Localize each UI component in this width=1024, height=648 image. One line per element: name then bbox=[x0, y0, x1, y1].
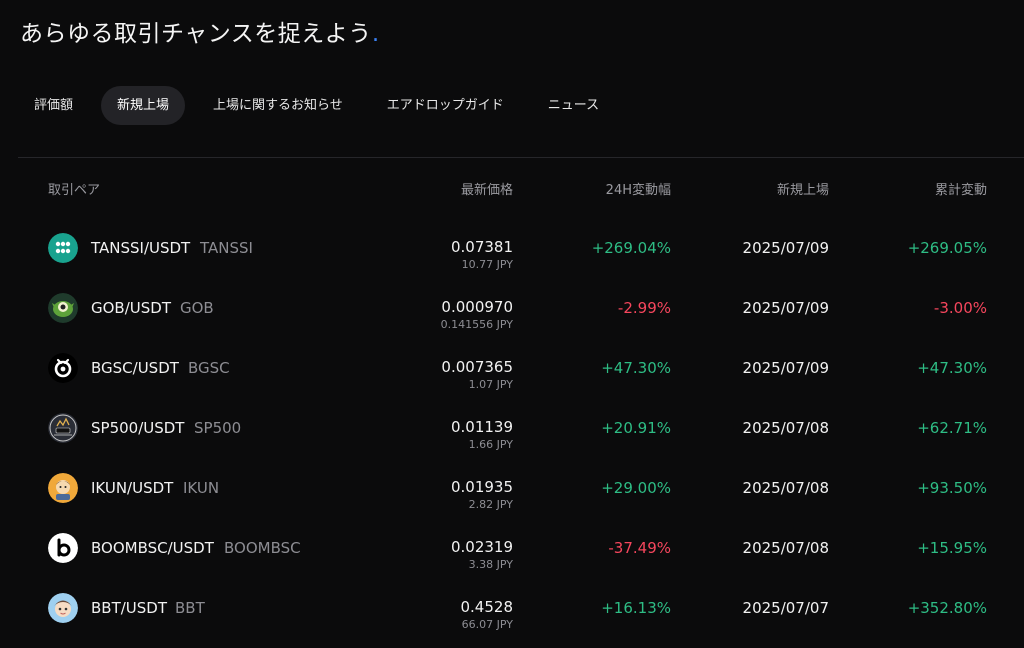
header-cumulative-change[interactable]: 累計変動 bbox=[935, 179, 987, 198]
table-row[interactable]: GOB/USDT GOB 0.000970 0.141556 JPY -2.99… bbox=[0, 278, 1024, 338]
last-price: 0.02319 bbox=[450, 538, 513, 556]
change-24h: -37.49% bbox=[608, 539, 671, 557]
bbt-icon bbox=[48, 593, 78, 623]
headline-dot: . bbox=[371, 21, 380, 47]
cumulative-change: +352.80% bbox=[907, 599, 987, 617]
pair-base: BBT bbox=[175, 599, 205, 617]
table-row[interactable]: BBT/USDT BBT 0.4528 66.07 JPY +16.13% 20… bbox=[0, 578, 1024, 638]
last-price: 0.01935 bbox=[450, 478, 513, 496]
header-listed-date[interactable]: 新規上場 bbox=[777, 179, 829, 198]
cumulative-change: +269.05% bbox=[907, 239, 987, 257]
page-headline: あらゆる取引チャンスを捉えよう. bbox=[20, 14, 380, 48]
table-row[interactable]: SP500/USDT SP500 0.01139 1.66 JPY +20.91… bbox=[0, 398, 1024, 458]
listed-date: 2025/07/09 bbox=[742, 239, 829, 257]
last-price: 0.000970 bbox=[441, 298, 513, 316]
tanssi-icon bbox=[48, 233, 78, 263]
ikun-icon bbox=[48, 473, 78, 503]
listed-date: 2025/07/07 bbox=[742, 599, 829, 617]
tab-airdrop-guide[interactable]: エアドロップガイド bbox=[371, 86, 520, 125]
pair-name: BOOMBSC/USDT bbox=[91, 539, 214, 557]
pair-base: BOOMBSC bbox=[224, 539, 301, 557]
table-row[interactable]: BOOMBSC/USDT BOOMBSC 0.02319 3.38 JPY -3… bbox=[0, 518, 1024, 578]
last-price-jpy: 66.07 JPY bbox=[461, 618, 513, 631]
listed-date: 2025/07/09 bbox=[742, 299, 829, 317]
change-24h: +47.30% bbox=[601, 359, 671, 377]
change-24h: +29.00% bbox=[601, 479, 671, 497]
table-row[interactable]: TANSSI/USDT TANSSI 0.07381 10.77 JPY +26… bbox=[0, 218, 1024, 278]
pair-base: IKUN bbox=[183, 479, 220, 497]
table-row[interactable]: IKUN/USDT IKUN 0.01935 2.82 JPY +29.00% … bbox=[0, 458, 1024, 518]
pair-name: IKUN/USDT bbox=[91, 479, 174, 497]
tab-listing-announcements[interactable]: 上場に関するお知らせ bbox=[197, 86, 359, 125]
pair-name: SP500/USDT bbox=[91, 419, 185, 437]
last-price: 0.007365 bbox=[441, 358, 513, 376]
listed-date: 2025/07/08 bbox=[742, 419, 829, 437]
cumulative-change: +47.30% bbox=[917, 359, 987, 377]
change-24h: +20.91% bbox=[601, 419, 671, 437]
pair-base: SP500 bbox=[194, 419, 242, 437]
table-row[interactable]: BGSC/USDT BGSC 0.007365 1.07 JPY +47.30%… bbox=[0, 338, 1024, 398]
cumulative-change: +15.95% bbox=[917, 539, 987, 557]
listed-date: 2025/07/09 bbox=[742, 359, 829, 377]
pair-name: BGSC/USDT bbox=[91, 359, 179, 377]
cumulative-change: +93.50% bbox=[917, 479, 987, 497]
change-24h: -2.99% bbox=[617, 299, 671, 317]
gob-icon bbox=[48, 293, 78, 323]
header-pair[interactable]: 取引ペア bbox=[48, 179, 100, 198]
last-price: 0.01139 bbox=[450, 418, 513, 436]
headline-text: あらゆる取引チャンスを捉えよう bbox=[20, 21, 372, 47]
listed-date: 2025/07/08 bbox=[742, 479, 829, 497]
tab-news[interactable]: ニュース bbox=[532, 86, 615, 125]
last-price-jpy: 1.07 JPY bbox=[468, 378, 513, 391]
listings-table: 取引ペア 最新価格 24H変動幅 新規上場 累計変動 TANSSI/USDT T… bbox=[0, 158, 1024, 638]
last-price: 0.07381 bbox=[450, 238, 513, 256]
pair-base: TANSSI bbox=[200, 239, 253, 257]
cumulative-change: -3.00% bbox=[933, 299, 987, 317]
pair-base: GOB bbox=[180, 299, 214, 317]
pair-name: TANSSI/USDT bbox=[91, 239, 191, 257]
last-price-jpy: 1.66 JPY bbox=[468, 438, 513, 451]
last-price-jpy: 2.82 JPY bbox=[468, 498, 513, 511]
cumulative-change: +62.71% bbox=[917, 419, 987, 437]
tab-valuation[interactable]: 評価額 bbox=[18, 86, 89, 125]
pair-name: GOB/USDT bbox=[91, 299, 171, 317]
change-24h: +16.13% bbox=[601, 599, 671, 617]
last-price: 0.4528 bbox=[460, 598, 514, 616]
change-24h: +269.04% bbox=[591, 239, 671, 257]
tab-new-listings[interactable]: 新規上場 bbox=[101, 86, 186, 125]
header-price[interactable]: 最新価格 bbox=[461, 179, 513, 198]
category-tabs: 評価額 新規上場 上場に関するお知らせ エアドロップガイド ニュース bbox=[18, 86, 627, 125]
header-24h-change[interactable]: 24H変動幅 bbox=[606, 179, 671, 198]
pair-name: BBT/USDT bbox=[91, 599, 168, 617]
listed-date: 2025/07/08 bbox=[742, 539, 829, 557]
pair-base: BGSC bbox=[188, 359, 230, 377]
last-price-jpy: 3.38 JPY bbox=[468, 558, 513, 571]
last-price-jpy: 0.141556 JPY bbox=[440, 318, 513, 331]
last-price-jpy: 10.77 JPY bbox=[461, 258, 513, 271]
sp500-icon bbox=[48, 413, 78, 443]
boombsc-icon bbox=[48, 533, 78, 563]
new-listings-page: あらゆる取引チャンスを捉えよう. 評価額 新規上場 上場に関するお知らせ エアド… bbox=[0, 0, 1024, 648]
bgsc-icon bbox=[48, 353, 78, 383]
table-header: 取引ペア 最新価格 24H変動幅 新規上場 累計変動 bbox=[0, 158, 1024, 218]
